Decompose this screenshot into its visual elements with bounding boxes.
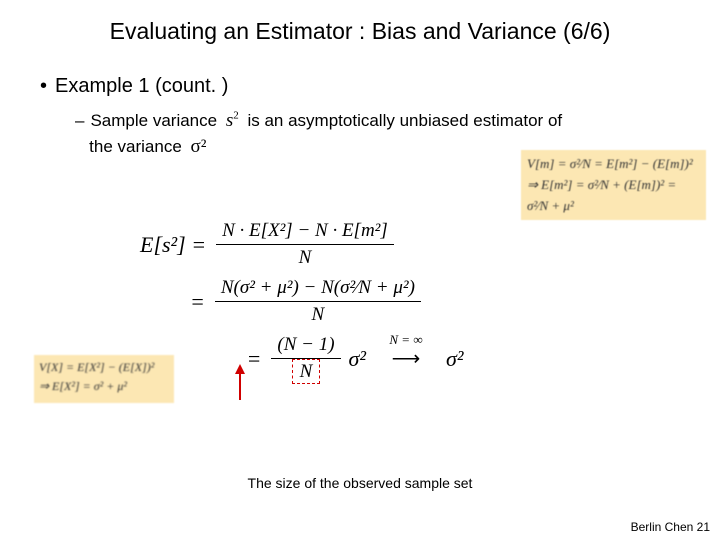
slide-title: Evaluating an Estimator : Bias and Varia… [0,0,720,45]
symbol-sigma-squared: σ² [187,136,211,157]
equation-row-1: E[s²] = N · E[X²] − N · E[m²] N [140,220,550,269]
eq1-lhs: E[s²] = [140,232,212,258]
bullet-dot-icon: • [40,75,47,98]
sub-bullet-text-3: the variance [89,137,182,156]
dashed-n-box: N [292,359,321,384]
sub-bullet-text-2: is an asymptotically unbiased estimator … [247,111,562,130]
eq1-numerator: N · E[X²] − N · E[m²] [216,220,394,245]
side-right-line-1: V[m] = σ²⁄N = E[m²] − (E[m])² [527,154,700,175]
right-arrow-icon: ⟶ [392,348,421,370]
symbol-s-squared: s2 [222,110,243,131]
limit-label: N = ∞ [376,332,436,348]
bullet-example-1: • Example 1 (count. ) [40,75,720,98]
caption-sample-size: The size of the observed sample set [0,475,720,491]
bullet-text: Example 1 (count. ) [55,75,228,97]
eq2-fraction: N(σ² + μ²) − N(σ²⁄N + μ²) N [211,277,425,326]
equation-row-3: = (N − 1) N σ² N = ∞ ⟶ σ² [160,334,550,383]
eq3-denominator: N [271,359,340,383]
side-derivation-variance-m: V[m] = σ²⁄N = E[m²] − (E[m])² ⇒ E[m²] = … [521,150,706,220]
footer-attribution: Berlin Chen 21 [631,520,710,534]
eq1-fraction: N · E[X²] − N · E[m²] N [212,220,398,269]
eq3-result: σ² [446,346,463,372]
limit-arrow: N = ∞ ⟶ [376,346,436,371]
equation-row-2: = N(σ² + μ²) − N(σ²⁄N + μ²) N [190,277,550,326]
eq2-numerator: N(σ² + μ²) − N(σ²⁄N + μ²) [215,277,421,302]
dash-icon: – [75,111,84,130]
eq1-denominator: N [216,245,394,269]
sub-bullet-text-1: Sample variance [90,111,217,130]
eq2-denominator: N [215,302,421,326]
red-arrow-icon [228,364,252,402]
eq3-fraction: (N − 1) N [267,334,344,383]
eq3-sigma2: σ² [345,346,366,372]
eq3-numerator: (N − 1) [271,334,340,359]
main-derivation: E[s²] = N · E[X²] − N · E[m²] N = N(σ² +… [130,220,550,391]
side-right-line-2: ⇒ E[m²] = σ²⁄N + (E[m])² = σ²⁄N + μ² [527,175,700,217]
eq2-equals: = [190,289,211,315]
